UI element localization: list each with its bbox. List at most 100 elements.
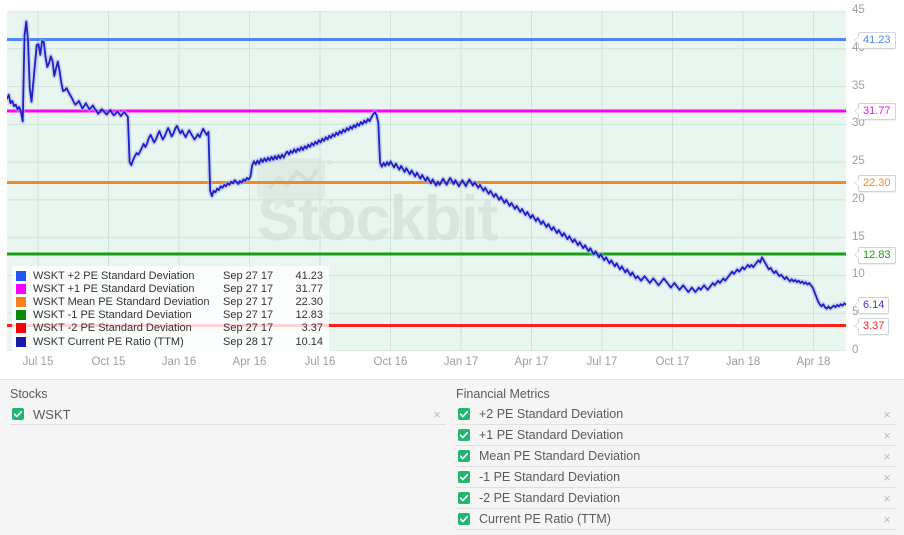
check-icon	[460, 410, 468, 417]
legend-date: Sep 27 17	[223, 282, 274, 295]
x-axis-tick: Jan 17	[443, 356, 479, 368]
legend-value: 22.30	[295, 295, 323, 308]
check-icon	[14, 410, 22, 417]
checkbox-checked[interactable]	[458, 408, 470, 420]
pe-ratio-chart-app: Stockbit 454035302520151050 41.2331.7722…	[0, 0, 904, 535]
remove-icon[interactable]: ×	[880, 450, 894, 463]
metric-label: -1 PE Standard Deviation	[479, 470, 621, 484]
legend-row: WSKT +2 PE Standard Deviation Sep 27 17 41…	[16, 269, 323, 282]
stocks-title: Stocks	[10, 387, 48, 401]
legend-row: WSKT Mean PE Standard Deviation Sep 27 17…	[16, 295, 323, 308]
metric-label: +2 PE Standard Deviation	[479, 407, 624, 421]
checkbox-checked[interactable]	[458, 450, 470, 462]
x-axis-tick: Jul 15	[22, 356, 54, 368]
y-axis-tick: 15	[852, 230, 865, 243]
metric-label: Current PE Ratio (TTM)	[479, 512, 611, 526]
value-tag: 12.83	[854, 246, 896, 264]
chart-legend: WSKT +2 PE Standard Deviation Sep 27 17 41…	[12, 266, 329, 352]
legend-date: Sep 27 17	[223, 322, 274, 335]
legend-series-name: WSKT Mean PE Standard Deviation	[33, 295, 210, 308]
value-tag: 6.14	[853, 297, 890, 315]
checkbox-checked[interactable]	[12, 408, 24, 420]
remove-icon[interactable]: ×	[880, 429, 894, 442]
checkbox-checked[interactable]	[458, 492, 470, 504]
metric-list-item[interactable]: +1 PE Standard Deviation ×	[456, 425, 896, 446]
legend-row: WSKT +1 PE Standard Deviation Sep 27 17 31…	[16, 282, 323, 295]
x-axis-tick: Oct 17	[655, 356, 690, 368]
legend-series-name: WSKT +2 PE Standard Deviation	[33, 269, 195, 282]
check-icon	[460, 452, 468, 459]
legend-series-name: WSKT Current PE Ratio (TTM)	[33, 335, 184, 348]
legend-swatch	[16, 296, 26, 307]
x-axis-tick: Apr 17	[514, 356, 549, 368]
metrics-title: Financial Metrics	[456, 387, 550, 401]
legend-value: 12.83	[295, 309, 323, 322]
legend-value: 10.14	[295, 335, 323, 348]
x-axis-tick: Apr 16	[232, 356, 267, 368]
x-axis-tick: Jul 17	[586, 356, 618, 368]
check-icon	[460, 431, 468, 438]
metric-label: Mean PE Standard Deviation	[479, 449, 641, 463]
x-axis-tick: Jan 16	[161, 356, 197, 368]
metrics-list: +2 PE Standard Deviation × +1 PE Standard …	[456, 404, 896, 530]
value-tag: 22.30	[854, 175, 896, 192]
value-tag: 3.37	[853, 318, 890, 336]
stocks-column: Stocks WSKT ×	[10, 380, 446, 425]
remove-icon[interactable]: ×	[880, 408, 894, 421]
legend-swatch	[16, 283, 26, 294]
checkbox-checked[interactable]	[458, 513, 470, 525]
legend-swatch	[16, 270, 26, 281]
legend-value: 3.37	[301, 322, 323, 335]
chart-container: Stockbit 454035302520151050 41.2331.7722…	[0, 0, 904, 379]
legend-date: Sep 27 17	[223, 269, 274, 282]
value-tag: 31.77	[854, 103, 896, 121]
y-axis-tick: 45	[852, 4, 865, 16]
x-axis-tick: Jan 18	[725, 356, 761, 368]
remove-icon[interactable]: ×	[880, 513, 894, 526]
metric-list-item[interactable]: Current PE Ratio (TTM) ×	[456, 509, 896, 530]
remove-icon[interactable]: ×	[430, 408, 444, 421]
metric-list-item[interactable]: -2 PE Standard Deviation ×	[456, 488, 896, 509]
remove-icon[interactable]: ×	[880, 471, 894, 484]
y-axis-tick: 0	[852, 344, 859, 356]
legend-swatch	[16, 336, 26, 347]
y-axis-tick: 35	[852, 79, 865, 92]
y-axis-tick: 25	[852, 155, 865, 168]
stocks-list: WSKT ×	[10, 404, 446, 425]
metric-label: -2 PE Standard Deviation	[479, 491, 621, 505]
y-axis-tick: 10	[852, 268, 865, 281]
check-icon	[460, 494, 468, 501]
legend-row: WSKT -1 PE Standard Deviation Sep 27 17 12…	[16, 309, 323, 322]
legend-swatch	[16, 323, 26, 334]
legend-date: Sep 27 17	[223, 309, 274, 322]
legend-row: WSKT Current PE Ratio (TTM) Sep 28 17 10.1…	[16, 335, 323, 348]
check-icon	[460, 515, 468, 522]
checkbox-checked[interactable]	[458, 471, 470, 483]
y-axis-tick: 20	[852, 192, 865, 205]
legend-row: WSKT -2 PE Standard Deviation Sep 27 17 3.…	[16, 322, 323, 335]
legend-date: Sep 27 17	[223, 295, 274, 308]
value-tag: 41.23	[854, 31, 896, 49]
remove-icon[interactable]: ×	[880, 492, 894, 505]
metric-list-item[interactable]: -1 PE Standard Deviation ×	[456, 467, 896, 488]
check-icon	[460, 473, 468, 480]
selection-panel: Stocks WSKT × Financial Metrics +2 PE Sta…	[0, 379, 904, 535]
x-axis: Jul 15 Oct 15 Jan 16 Apr 16 Jul 16 Oct 16 Jan …	[0, 356, 904, 376]
legend-date: Sep 28 17	[223, 335, 274, 348]
checkbox-checked[interactable]	[458, 429, 470, 441]
metric-label: +1 PE Standard Deviation	[479, 428, 624, 442]
legend-swatch	[16, 310, 26, 321]
x-axis-tick: Jul 16	[304, 356, 336, 368]
x-axis-tick: Apr 18	[796, 356, 831, 368]
legend-series-name: WSKT +1 PE Standard Deviation	[33, 282, 195, 295]
legend-value: 31.77	[295, 282, 323, 295]
x-axis-tick: Oct 15	[91, 356, 126, 368]
legend-value: 41.23	[295, 269, 323, 282]
legend-series-name: WSKT -1 PE Standard Deviation	[33, 309, 192, 322]
stock-list-item[interactable]: WSKT ×	[10, 404, 446, 425]
legend-series-name: WSKT -2 PE Standard Deviation	[33, 322, 192, 335]
x-axis-tick: Oct 16	[373, 356, 408, 368]
metric-list-item[interactable]: +2 PE Standard Deviation ×	[456, 404, 896, 425]
metric-list-item[interactable]: Mean PE Standard Deviation ×	[456, 446, 896, 467]
metrics-column: Financial Metrics +2 PE Standard Deviati…	[456, 380, 896, 530]
